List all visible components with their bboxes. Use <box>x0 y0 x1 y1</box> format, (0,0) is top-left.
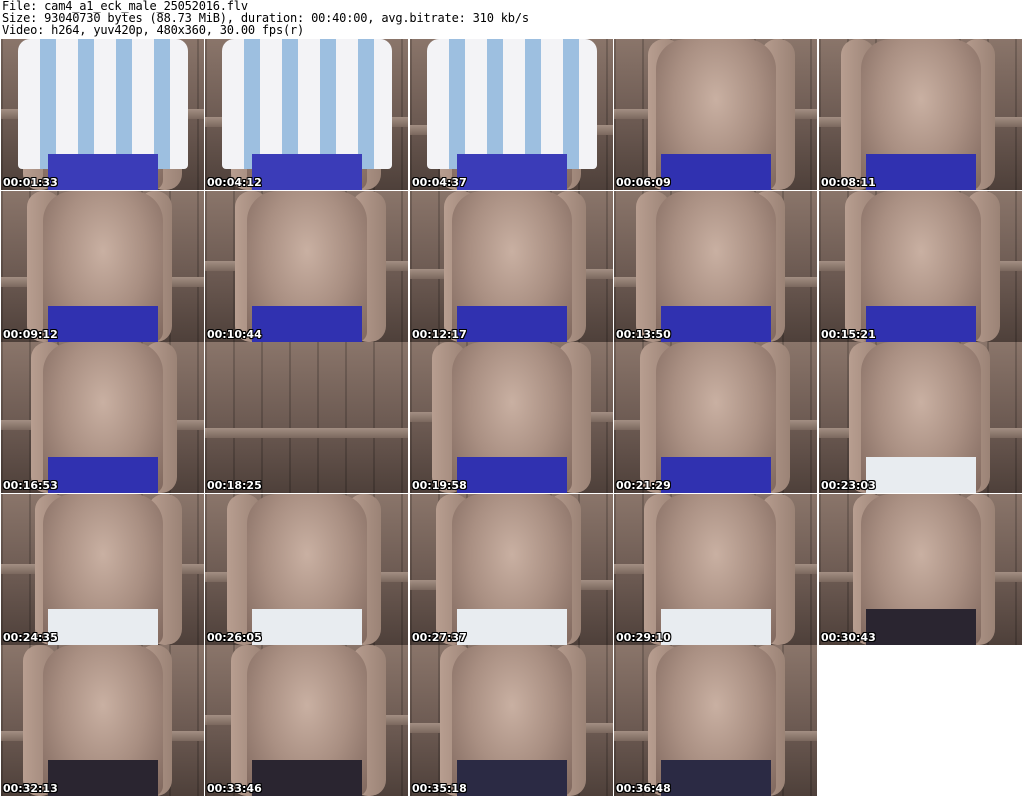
video-thumbnail: 00:06:09 <box>614 39 817 190</box>
thumbnail-timestamp: 00:26:05 <box>207 631 262 644</box>
video-thumbnail: 00:27:37 <box>410 494 613 645</box>
video-thumbnail: 00:16:53 <box>1 342 204 493</box>
thumbnail-timestamp: 00:27:37 <box>412 631 467 644</box>
thumbnail-timestamp: 00:32:13 <box>3 782 58 795</box>
thumbnail-frame-image <box>205 191 408 342</box>
video-thumbnail: 00:23:03 <box>819 342 1022 493</box>
thumbnail-frame-image <box>1 39 204 190</box>
thumbnail-frame-image <box>1 342 204 493</box>
video-thumbnail: 00:32:13 <box>1 645 204 796</box>
video-thumbnail: 00:19:58 <box>410 342 613 493</box>
video-thumbnail: 00:21:29 <box>614 342 817 493</box>
thumbnail-frame-image <box>410 645 613 796</box>
thumbnail-frame-image <box>1 494 204 645</box>
thumbnail-timestamp: 00:01:33 <box>3 176 58 189</box>
video-thumbnail: 00:30:43 <box>819 494 1022 645</box>
thumbnail-frame-image <box>205 39 408 190</box>
thumbnail-frame-image <box>614 191 817 342</box>
thumbnail-timestamp: 00:21:29 <box>616 479 671 492</box>
video-thumbnail: 00:35:18 <box>410 645 613 796</box>
thumbnail-frame-image <box>410 342 613 493</box>
thumbnail-timestamp: 00:09:12 <box>3 328 58 341</box>
thumbnail-timestamp: 00:36:48 <box>616 782 671 795</box>
video-info-line: Video: h264, yuv420p, 480x360, 30.00 fps… <box>2 23 305 37</box>
thumbnail-timestamp: 00:23:03 <box>821 479 876 492</box>
thumbnail-frame-image <box>819 494 1022 645</box>
video-thumbnail: 00:18:25 <box>205 342 408 493</box>
video-thumbnail: 00:09:12 <box>1 191 204 342</box>
thumbnail-frame-image <box>819 191 1022 342</box>
thumbnail-timestamp: 00:04:12 <box>207 176 262 189</box>
thumbnail-frame-image <box>819 342 1022 493</box>
video-thumbnail: 00:10:44 <box>205 191 408 342</box>
video-thumbnail: 00:01:33 <box>1 39 204 190</box>
video-thumbnail: 00:24:35 <box>1 494 204 645</box>
video-thumbnail: 00:04:37 <box>410 39 613 190</box>
thumbnail-timestamp: 00:24:35 <box>3 631 58 644</box>
thumbnail-frame-image <box>205 494 408 645</box>
thumbnail-frame-image <box>205 645 408 796</box>
thumbnail-frame-image <box>614 494 817 645</box>
thumbnail-frame-image <box>1 191 204 342</box>
video-thumbnail: 00:36:48 <box>614 645 817 796</box>
thumbnail-timestamp: 00:13:50 <box>616 328 671 341</box>
thumbnail-timestamp: 00:08:11 <box>821 176 876 189</box>
video-thumbnail: 00:04:12 <box>205 39 408 190</box>
thumbnail-timestamp: 00:15:21 <box>821 328 876 341</box>
thumbnail-timestamp: 00:10:44 <box>207 328 262 341</box>
video-thumbnail: 00:26:05 <box>205 494 408 645</box>
thumbnail-frame-image <box>410 191 613 342</box>
thumbnail-timestamp: 00:16:53 <box>3 479 58 492</box>
thumbnail-timestamp: 00:18:25 <box>207 479 262 492</box>
thumbnail-timestamp: 00:29:10 <box>616 631 671 644</box>
thumbnail-frame-image <box>614 39 817 190</box>
video-thumbnail: 00:29:10 <box>614 494 817 645</box>
file-info-header: File: cam4_a1_eck_male_25052016.flv Size… <box>2 0 529 36</box>
video-thumbnail: 00:13:50 <box>614 191 817 342</box>
thumbnail-timestamp: 00:30:43 <box>821 631 876 644</box>
thumbnail-timestamp: 00:06:09 <box>616 176 671 189</box>
video-thumbnail: 00:33:46 <box>205 645 408 796</box>
thumbnail-frame-image <box>410 39 613 190</box>
thumbnail-timestamp: 00:33:46 <box>207 782 262 795</box>
video-thumbnail: 00:15:21 <box>819 191 1022 342</box>
thumbnail-timestamp: 00:04:37 <box>412 176 467 189</box>
thumbnail-grid: 00:01:33 00:04:12 00:04:37 00:06:09 00:08:11… <box>1 39 1023 798</box>
thumbnail-timestamp: 00:35:18 <box>412 782 467 795</box>
thumbnail-frame-image <box>819 39 1022 190</box>
thumbnail-frame-image <box>614 342 817 493</box>
thumbnail-timestamp: 00:19:58 <box>412 479 467 492</box>
video-thumbnail: 00:12:17 <box>410 191 613 342</box>
thumbnail-frame-image <box>410 494 613 645</box>
thumbnail-frame-image <box>1 645 204 796</box>
thumbnail-timestamp: 00:12:17 <box>412 328 467 341</box>
video-thumbnail: 00:08:11 <box>819 39 1022 190</box>
thumbnail-frame-image <box>614 645 817 796</box>
thumbnail-frame-image <box>205 342 408 493</box>
